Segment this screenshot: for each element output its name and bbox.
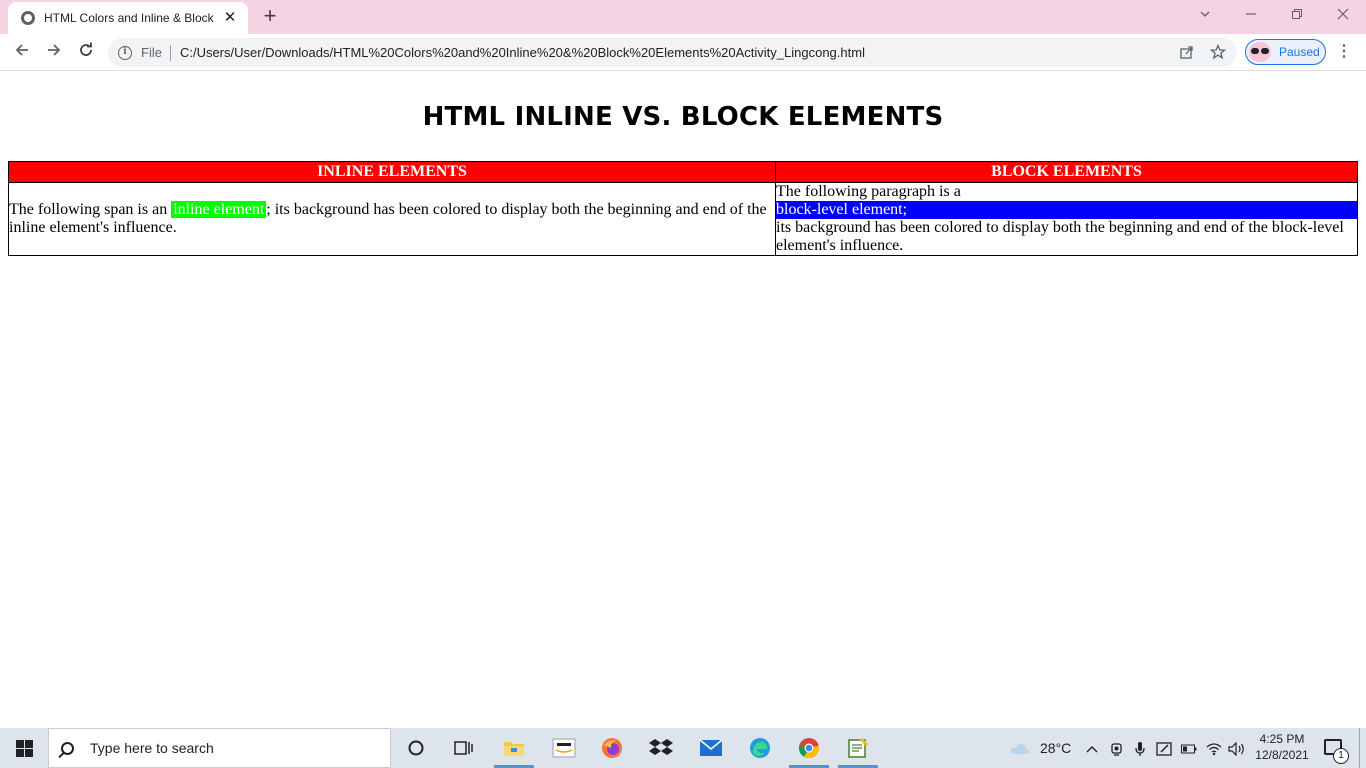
block-text-after: its background has been colored to displ… — [776, 219, 1344, 254]
profile-button[interactable]: Paused — [1245, 39, 1326, 65]
back-icon[interactable] — [10, 40, 34, 64]
new-tab-button[interactable]: + — [258, 5, 282, 28]
volume-icon[interactable] — [1228, 728, 1246, 768]
task-view-icon[interactable] — [451, 736, 477, 760]
profile-label: Paused — [1279, 45, 1320, 59]
weather-icon[interactable] — [1010, 728, 1030, 768]
share-icon[interactable] — [1178, 44, 1196, 62]
search-icon — [61, 741, 74, 755]
header-block-elements: BLOCK ELEMENTS — [775, 161, 1358, 183]
address-bar[interactable]: i File C:/Users/User/Downloads/HTML%20Co… — [108, 38, 1237, 67]
browser-toolbar: i File C:/Users/User/Downloads/HTML%20Co… — [0, 34, 1366, 71]
table-row: The following span is an inline element;… — [8, 182, 1358, 256]
info-icon[interactable]: i — [118, 45, 132, 60]
search-placeholder: Type here to search — [90, 740, 214, 756]
amazon-icon[interactable] — [551, 736, 577, 760]
taskbar-clock[interactable]: 4:25 PM 12/8/2021 — [1252, 731, 1312, 763]
weather-temperature[interactable]: 28°C — [1040, 728, 1071, 768]
clock-time: 4:25 PM — [1259, 732, 1305, 746]
forward-icon[interactable] — [42, 40, 66, 64]
show-desktop-button[interactable] — [1359, 728, 1366, 768]
block-text-before: The following paragraph is a — [776, 183, 961, 200]
tab-title: HTML Colors and Inline & Block Elements … — [44, 11, 214, 25]
inline-element-span: inline element — [171, 201, 267, 218]
file-explorer-icon[interactable] — [501, 736, 527, 760]
comparison-table: INLINE ELEMENTS BLOCK ELEMENTS The follo… — [8, 161, 1358, 256]
scheme-label: File — [141, 45, 162, 60]
address-separator — [169, 44, 171, 61]
clock-date: 12/8/2021 — [1255, 748, 1309, 762]
restore-button[interactable] — [1282, 5, 1312, 25]
dropbox-icon[interactable] — [648, 736, 674, 760]
browser-tab[interactable]: HTML Colors and Inline & Block Elements … — [8, 2, 248, 34]
microphone-icon[interactable] — [1134, 728, 1146, 768]
tab-strip: HTML Colors and Inline & Block Elements … — [0, 0, 1366, 34]
table-header-row: INLINE ELEMENTS BLOCK ELEMENTS — [8, 161, 1358, 183]
star-icon[interactable] — [1209, 43, 1227, 62]
taskbar: Type here to search 28°C 4:25 PM 12/8/20… — [0, 728, 1366, 768]
windows-start-icon[interactable] — [16, 740, 33, 757]
menu-icon[interactable]: ⋮ — [1336, 41, 1352, 63]
page-content: HTML INLINE VS. BLOCK ELEMENTS INLINE EL… — [0, 72, 1366, 728]
chrome-icon[interactable] — [796, 736, 822, 760]
edge-icon[interactable] — [747, 736, 773, 760]
header-inline-elements: INLINE ELEMENTS — [8, 161, 776, 183]
block-cell: The following paragraph is a block-level… — [775, 182, 1358, 256]
url-text[interactable]: C:/Users/User/Downloads/HTML%20Colors%20… — [180, 45, 865, 60]
block-level-paragraph: block-level element; — [776, 201, 1357, 219]
taskbar-search-box[interactable]: Type here to search — [48, 728, 391, 768]
close-window-button[interactable] — [1328, 5, 1358, 25]
wifi-icon[interactable] — [1206, 728, 1222, 768]
pen-workspace-icon[interactable] — [1156, 728, 1174, 768]
meet-now-icon[interactable] — [1110, 728, 1124, 768]
globe-icon — [21, 11, 35, 25]
firefox-icon[interactable] — [599, 736, 625, 760]
cortana-icon[interactable] — [403, 736, 429, 760]
notification-badge: 1 — [1333, 748, 1349, 764]
avatar — [1249, 42, 1271, 62]
tab-search-icon[interactable] — [1190, 5, 1220, 25]
page-title: HTML INLINE VS. BLOCK ELEMENTS — [422, 102, 944, 132]
reload-icon[interactable] — [74, 40, 98, 64]
mail-icon[interactable] — [698, 736, 724, 760]
notepad-plus-icon[interactable] — [845, 736, 871, 760]
battery-icon[interactable] — [1181, 728, 1197, 768]
chevron-up-icon[interactable] — [1086, 728, 1098, 768]
inline-text-before: The following span is an — [9, 201, 172, 218]
minimize-button[interactable] — [1236, 5, 1266, 25]
inline-cell: The following span is an inline element;… — [8, 182, 776, 256]
tab-close-button[interactable]: ✕ — [222, 10, 238, 26]
